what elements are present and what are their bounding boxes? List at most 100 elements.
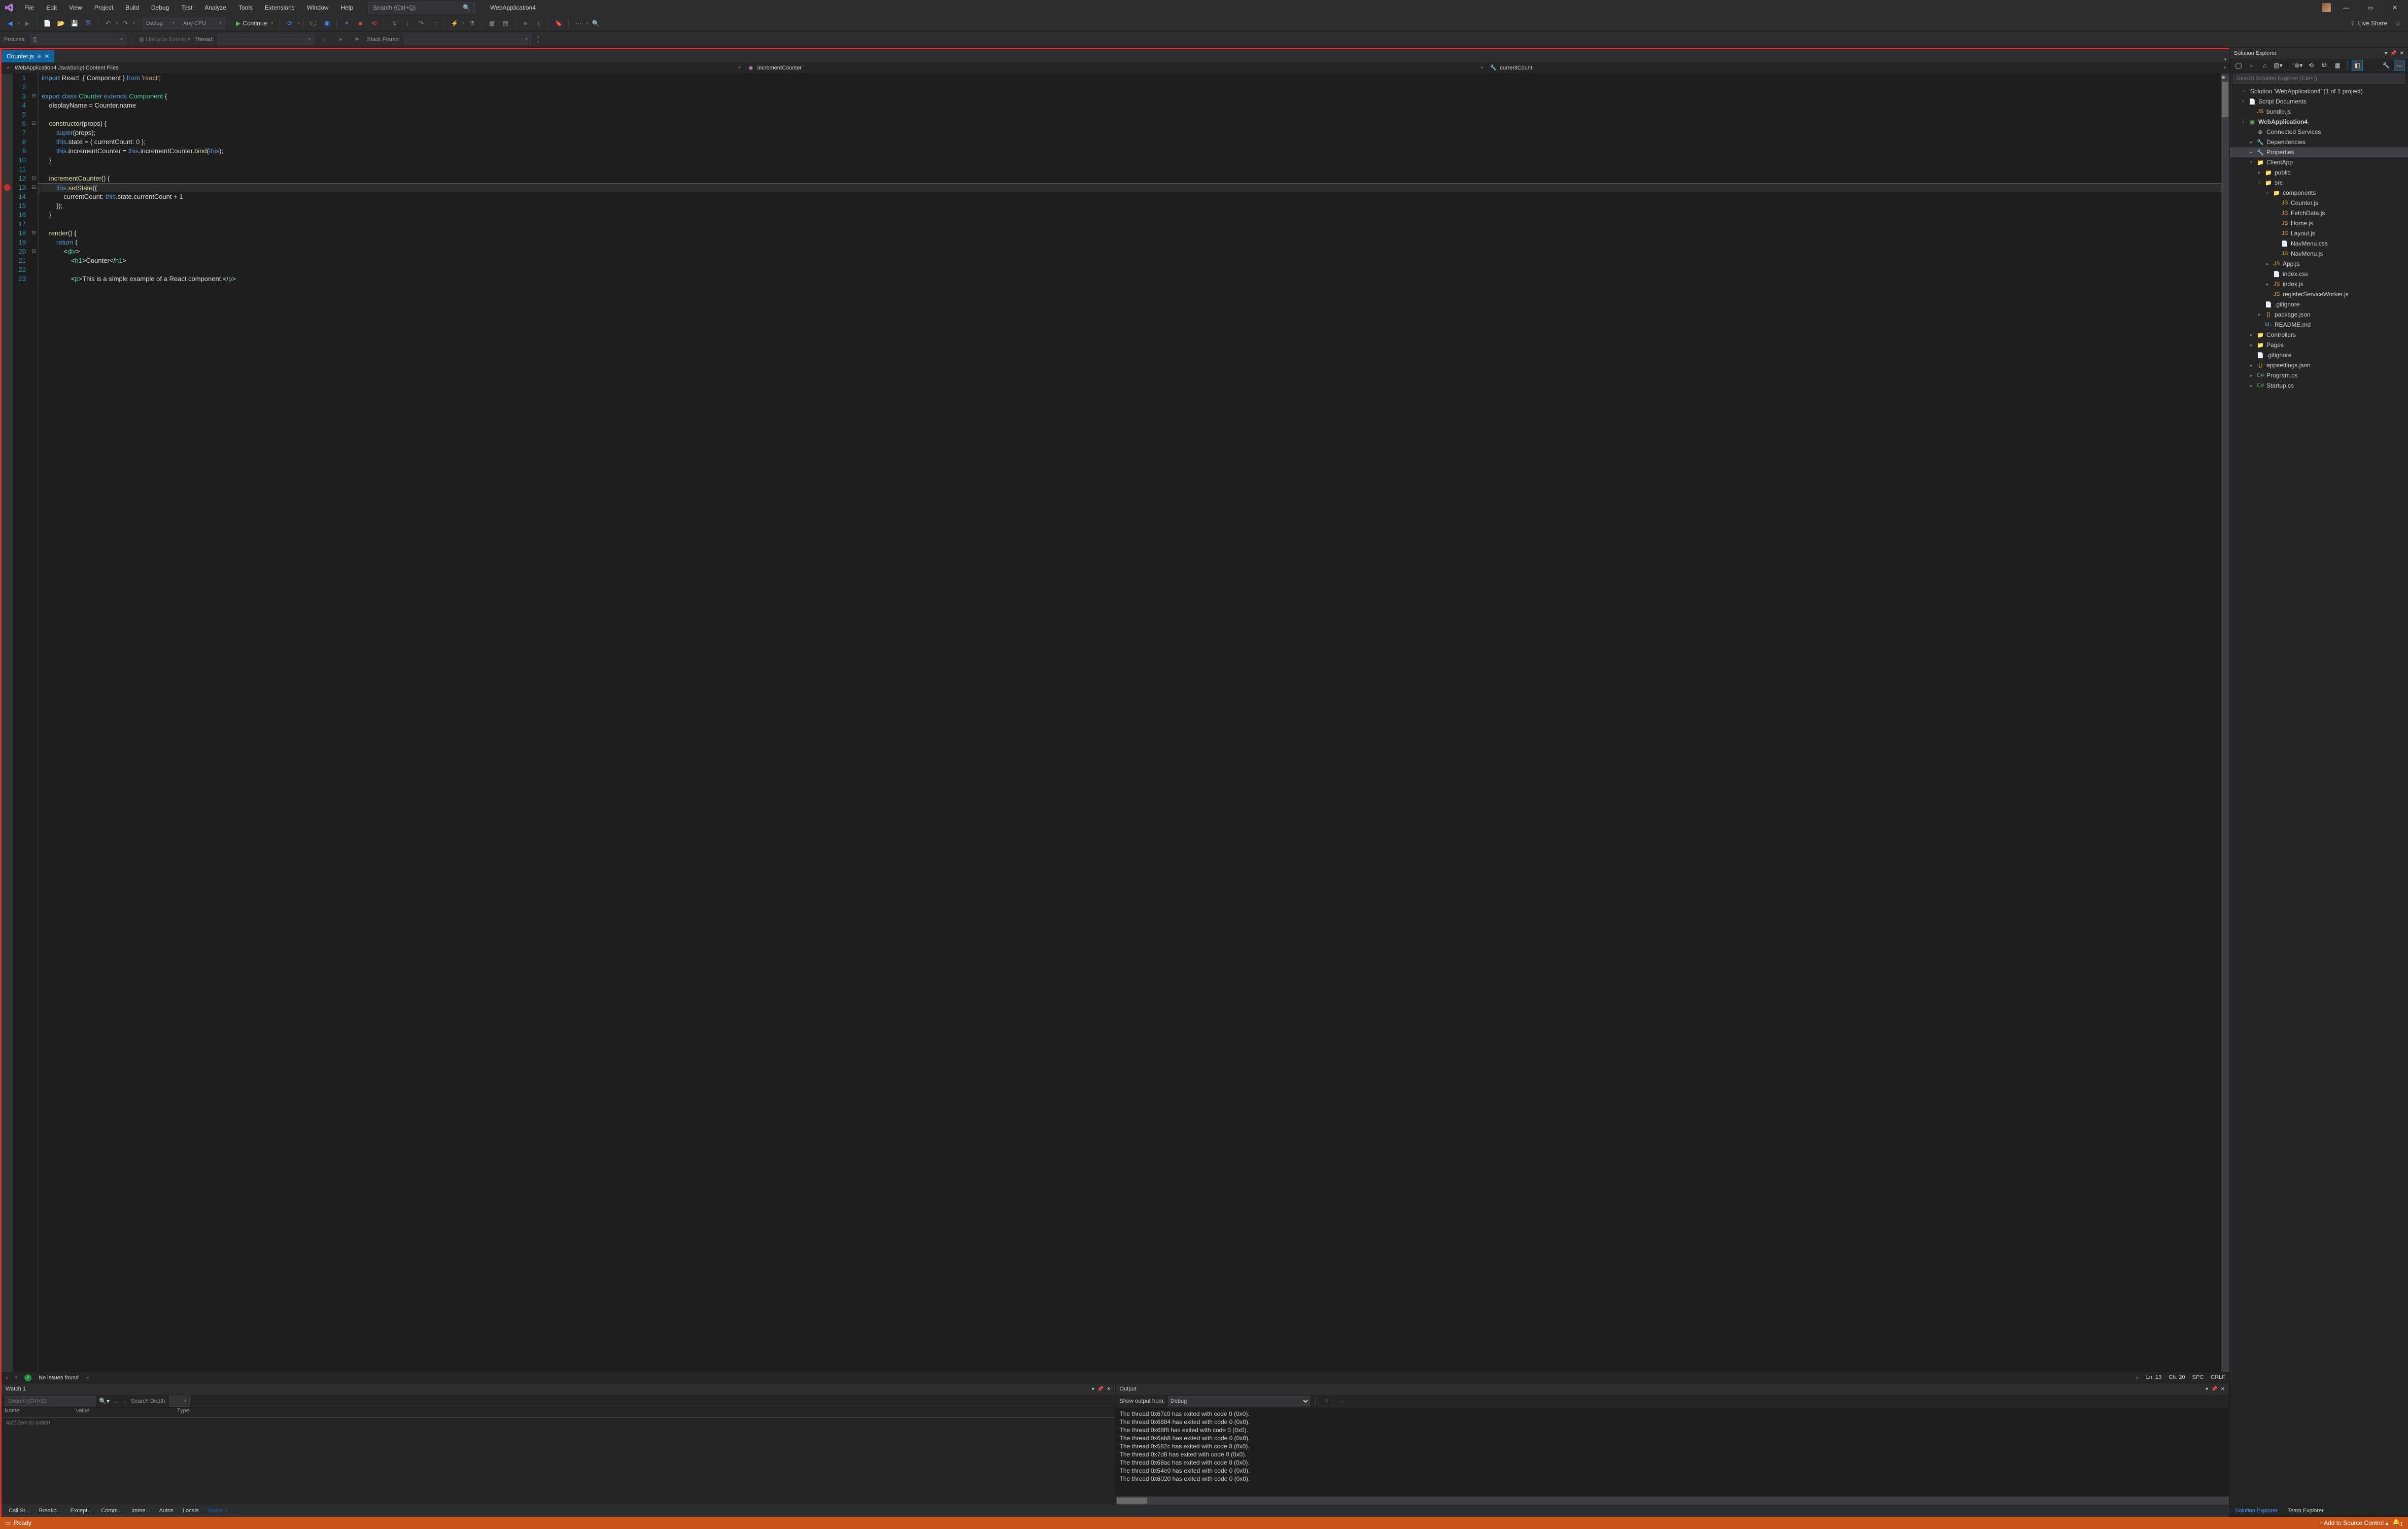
expand-icon[interactable]: ▸ <box>2264 261 2271 267</box>
maximize-button[interactable]: ▭ <box>2361 1 2380 14</box>
notification-icon[interactable]: 🔔1 <box>2392 1518 2403 1527</box>
panel-dropdown-icon[interactable]: ▾ <box>1092 1386 1094 1392</box>
expand-icon[interactable]: ▸ <box>2248 363 2254 368</box>
thread-tool2[interactable]: ▾ <box>334 33 347 46</box>
tab-counter-js[interactable]: Counter.js ⊕ ✕ <box>2 50 54 62</box>
stackframe-combo[interactable]: ▾ <box>404 34 531 45</box>
close-button[interactable]: ✕ <box>2386 1 2404 14</box>
menu-window[interactable]: Window <box>302 2 334 13</box>
windows-button[interactable]: ▦ <box>486 17 498 29</box>
tree-row[interactable]: ▸🔧Properties <box>2230 147 2408 157</box>
tree-row[interactable]: 📄index.css <box>2230 269 2408 279</box>
bottom-tab[interactable]: Watch 1 <box>204 1506 232 1515</box>
tree-row[interactable]: M↓README.md <box>2230 320 2408 330</box>
code-content[interactable]: import React, { Component } from 'react'… <box>38 74 2221 1372</box>
tree-row[interactable]: 📄NavMenu.css <box>2230 238 2408 249</box>
se-properties-icon[interactable]: 🔧 <box>2381 60 2392 71</box>
process-combo[interactable]: []▾ <box>30 34 126 45</box>
tree-row[interactable]: 📄.gitignore <box>2230 299 2408 309</box>
split-grip[interactable]: ≡ <box>2221 74 2229 81</box>
expand-icon[interactable]: ▿ <box>2248 160 2254 165</box>
step-into-button[interactable]: ↓ <box>401 17 414 29</box>
indent-out-button[interactable]: ≡ <box>519 17 531 29</box>
se-back-icon[interactable]: ◯ <box>2233 60 2244 71</box>
toggle-wrap-icon[interactable]: ⋯ <box>1336 1395 1348 1407</box>
search-input[interactable]: Search (Ctrl+Q) 🔍 <box>368 2 475 13</box>
tree-row[interactable]: ▸🔧Dependencies <box>2230 137 2408 147</box>
save-all-button[interactable]: ⎘ <box>82 17 94 29</box>
user-avatar[interactable] <box>2322 3 2331 12</box>
menu-file[interactable]: File <box>19 2 39 13</box>
expand-icon[interactable]: ▸ <box>2248 373 2254 378</box>
expand-icon[interactable]: ▸ <box>2256 170 2262 176</box>
source-control-button[interactable]: ↑ Add to Source Control ▴ <box>2319 1519 2388 1526</box>
tree-row[interactable]: ▿📁ClientApp <box>2230 157 2408 167</box>
refresh-button[interactable]: ⟳ <box>284 17 296 29</box>
menu-extensions[interactable]: Extensions <box>260 2 300 13</box>
tree-row[interactable]: ▸📁Controllers <box>2230 330 2408 340</box>
browser-link-button[interactable]: 🖵 <box>307 17 319 29</box>
live-share-button[interactable]: ⇪Live Share <box>2347 20 2390 27</box>
tree-row[interactable]: ▸📁Pages <box>2230 340 2408 350</box>
find-button[interactable]: 🔍 <box>590 17 602 29</box>
tree-row[interactable]: JSNavMenu.js <box>2230 249 2408 259</box>
menu-test[interactable]: Test <box>176 2 197 13</box>
step-out-button[interactable]: ↑ <box>429 17 441 29</box>
new-button[interactable]: 📄 <box>41 17 53 29</box>
tree-row[interactable]: JSFetchData.js <box>2230 208 2408 218</box>
restart-button[interactable]: ⟲ <box>368 17 380 29</box>
panel-dropdown-icon[interactable]: ▾ <box>2385 51 2387 56</box>
panel-pin-icon[interactable]: 📌 <box>2390 51 2396 56</box>
windows2-button[interactable]: ▤ <box>499 17 511 29</box>
expand-icon[interactable]: ▸ <box>2248 342 2254 348</box>
clear-output-icon[interactable]: ≣ <box>1321 1395 1333 1407</box>
panel-dropdown-icon[interactable]: ▾ <box>2206 1386 2208 1392</box>
platform-combo[interactable]: Any CPU▾ <box>180 18 225 29</box>
expand-icon[interactable]: ▸ <box>2248 140 2254 145</box>
tree-row[interactable]: ⊕Connected Services <box>2230 127 2408 137</box>
expand-icon[interactable]: ▸ <box>2256 312 2262 318</box>
tree-row[interactable]: ▿📁src <box>2230 178 2408 188</box>
menu-tools[interactable]: Tools <box>233 2 258 13</box>
expand-icon[interactable]: ▿ <box>2240 99 2246 105</box>
menu-build[interactable]: Build <box>120 2 144 13</box>
scroll-down-icon[interactable]: ▾ <box>15 1375 18 1380</box>
pin-icon[interactable]: ⊕ <box>37 54 41 59</box>
tree-row[interactable]: ▿📄Script Documents <box>2230 96 2408 107</box>
panel-close-icon[interactable]: ✕ <box>1107 1386 1111 1392</box>
bottom-tab[interactable]: Except... <box>66 1506 96 1515</box>
flag-button[interactable]: ⚑ <box>351 33 363 46</box>
watch-placeholder[interactable]: Add item to watch <box>2 1418 1115 1505</box>
bottom-tab[interactable]: Call St... <box>5 1506 34 1515</box>
scope-combo[interactable]: ▫WebApplication4 JavaScript Content File… <box>2 62 744 73</box>
bottom-tab[interactable]: Autos <box>155 1506 178 1515</box>
minimize-button[interactable]: — <box>2337 1 2355 14</box>
tree-row[interactable]: JSLayout.js <box>2230 228 2408 238</box>
tree-row[interactable]: ▿📁components <box>2230 188 2408 198</box>
se-collapse-icon[interactable]: ⧉ <box>2319 60 2330 71</box>
expand-icon[interactable]: ▸ <box>2264 282 2271 287</box>
expand-icon[interactable]: ▸ <box>2248 383 2254 389</box>
scroll-up-icon[interactable]: ▴ <box>6 1375 8 1380</box>
se-sync-icon[interactable]: ʻ⊚▾ <box>2292 60 2303 71</box>
next-issue-icon[interactable]: ▸ <box>2136 1374 2139 1381</box>
nav-back-button[interactable]: ◀ <box>4 17 16 29</box>
tree-row[interactable]: ▸JSindex.js <box>2230 279 2408 289</box>
menu-project[interactable]: Project <box>89 2 118 13</box>
panel-close-icon[interactable]: ✕ <box>2221 1386 2225 1392</box>
se-search-input[interactable] <box>2233 74 2405 84</box>
se-fwd-icon[interactable]: ▸ <box>2246 60 2257 71</box>
se-preview-icon[interactable]: ◧ <box>2352 60 2363 71</box>
tool1-button[interactable]: ⚡ <box>449 17 461 29</box>
pause-button[interactable]: ⏸ <box>340 17 353 29</box>
script-debug-button[interactable]: ▣ <box>321 17 333 29</box>
fold-gutter[interactable]: ⊟⊟⊟⊟⊟⊟ <box>30 74 38 1372</box>
se-tab-team[interactable]: Team Explorer <box>2283 1506 2329 1517</box>
code-editor[interactable]: ≡ 1234567891011121314151617181920212223 … <box>2 74 2229 1372</box>
continue-button[interactable]: ▶Continue▾ <box>233 18 276 29</box>
breakpoint-gutter[interactable] <box>2 74 13 1372</box>
tree-row[interactable]: ▸JSApp.js <box>2230 259 2408 269</box>
tree-row[interactable]: ▫Solution 'WebApplication4' (1 of 1 proj… <box>2230 86 2408 96</box>
save-button[interactable]: 💾 <box>68 17 81 29</box>
feedback-button[interactable]: ☺ <box>2392 17 2404 29</box>
